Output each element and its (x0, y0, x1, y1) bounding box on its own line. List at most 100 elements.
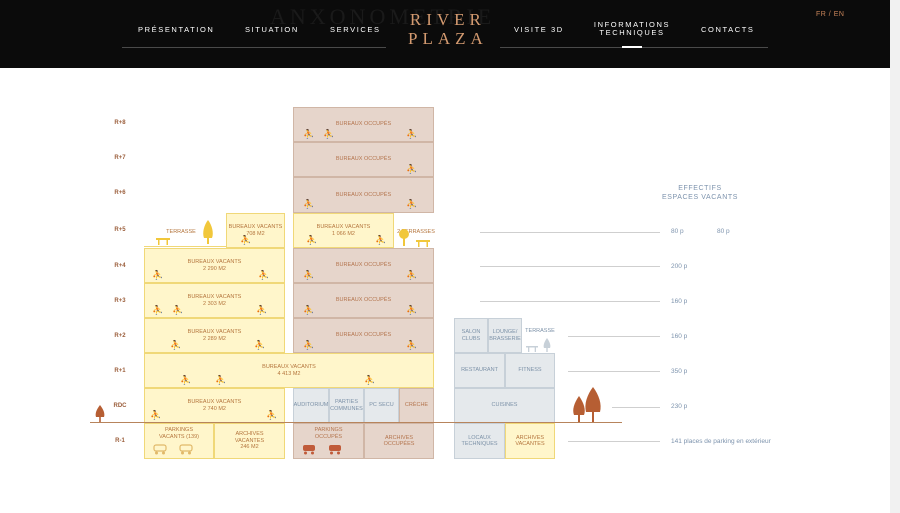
effectifs-title: EFFECTIFS ESPACES VACANTS (661, 185, 739, 201)
block-label: BUREAUX OCCUPÉS (335, 121, 392, 128)
lang-en[interactable]: EN (834, 11, 845, 18)
block-rdc-vacant[interactable]: BUREAUX VACANTS 2 740 M2 (144, 388, 285, 423)
block-label: BUREAUX OCCUPÉS (335, 332, 392, 339)
block-label: VACANTS (139) (159, 433, 199, 440)
office-worker-icon: ⛹ (303, 129, 315, 139)
terrace-edge-line (144, 246, 226, 247)
language-switcher: FR / EN (816, 11, 844, 18)
level-label: R+7 (114, 155, 126, 161)
nav-services[interactable]: Services (330, 25, 381, 34)
tree-icon (202, 220, 214, 249)
block-label: OCCUPÉS (314, 433, 343, 440)
guide-line-r1 (568, 371, 660, 372)
guide-line-r2 (568, 336, 660, 337)
ground-line (90, 422, 622, 423)
nav-divider-left (122, 47, 386, 48)
page-right-strip (890, 0, 900, 513)
level-label: R+3 (114, 298, 126, 304)
level-label: R+4 (114, 263, 126, 269)
block-rm1-archives-vacantes-right[interactable]: ARCHIVES VACANTES (505, 423, 555, 459)
nav-informations-techniques[interactable]: Informations techniques (592, 21, 672, 37)
nav-contacts[interactable]: Contacts (701, 25, 755, 34)
count-r2: 160 p (671, 333, 688, 340)
nav-presentation[interactable]: Présentation (138, 25, 214, 34)
lang-fr[interactable]: FR (816, 11, 826, 18)
count-r5-b: 80 p (717, 228, 730, 235)
block-rdc-cuisines[interactable]: CUISINES (454, 388, 555, 423)
block-rdc-parties-communes[interactable]: PARTIES COMMUNES (329, 388, 364, 423)
block-rm1-archives-vacantes[interactable]: ARCHIVES VACANTES 246 M2 (214, 423, 285, 459)
block-r2-lounge-brasserie[interactable]: LOUNGE/ BRASSERIE (488, 318, 522, 353)
block-label: VACANTES (515, 441, 545, 447)
car-icon (178, 443, 194, 457)
guide-line-rm1 (568, 441, 660, 442)
river-plaza-logo[interactable]: RIVER PLAZA (408, 10, 488, 48)
count-r3: 160 p (671, 298, 688, 305)
car-icon (301, 443, 317, 457)
block-r1-restaurant[interactable]: RESTAURANT (454, 353, 505, 388)
block-r5-vacant-left[interactable]: BUREAUX VACANTS 708 M2 (226, 213, 285, 248)
level-label: RDC (113, 403, 127, 409)
office-worker-icon: ⛹ (150, 410, 162, 420)
block-r2-salon-clubs[interactable]: SALON CLUBS (454, 318, 488, 353)
block-label: BUREAUX OCCUPÉS (335, 297, 392, 304)
block-label: PC SECU (369, 402, 394, 409)
count-rm1: 141 places de parking en extérieur (671, 438, 771, 445)
office-worker-icon: ⛹ (306, 235, 318, 245)
guide-line-r5 (480, 232, 660, 233)
office-worker-icon: ⛹ (170, 340, 182, 350)
block-rdc-creche[interactable]: CRÈCHE (399, 388, 434, 423)
tree-icon (95, 405, 105, 428)
block-label: BUREAUX OCCUPÉS (335, 262, 392, 269)
car-icon (327, 443, 343, 457)
office-worker-icon: ⛹ (303, 270, 315, 280)
terrasse-label-right: TERRASSE (525, 328, 555, 334)
office-worker-icon: ⛹ (303, 305, 315, 315)
block-rm1-locaux-techniques[interactable]: LOCAUX TECHNIQUES (454, 423, 505, 459)
office-worker-icon: ⛹ (406, 340, 418, 350)
block-rm1-archives-occupees[interactable]: ARCHIVES OCCUPÉES (364, 423, 434, 459)
block-area: 4 413 M2 (277, 370, 301, 377)
block-rdc-auditorium[interactable]: AUDITORIUM (293, 388, 329, 423)
office-worker-icon: ⛹ (152, 270, 164, 280)
nav-visite-3d[interactable]: Visite 3D (514, 25, 564, 34)
block-label: BUREAUX OCCUPÉS (335, 156, 392, 163)
block-label: CUISINES (491, 402, 518, 409)
block-label: RESTAURANT (461, 367, 498, 374)
office-worker-icon: ⛹ (152, 305, 164, 315)
office-worker-icon: ⛹ (406, 129, 418, 139)
block-area: 2 303 M2 (203, 300, 226, 307)
block-label: CLUBS (461, 335, 481, 342)
block-area: 2 289 M2 (203, 335, 226, 342)
office-worker-icon: ⛹ (364, 375, 376, 385)
nav-active-indicator (622, 46, 642, 48)
lang-separator: / (828, 11, 832, 18)
nav-situation[interactable]: Situation (245, 25, 299, 34)
top-navigation-bar: ANXONOMETRIE Présentation Situation Serv… (0, 0, 890, 68)
office-worker-icon: ⛹ (406, 305, 418, 315)
office-worker-icon: ⛹ (172, 305, 184, 315)
office-worker-icon: ⛹ (406, 164, 418, 174)
block-label: BRASSERIE (489, 335, 521, 342)
guide-line-r4 (480, 266, 660, 267)
office-worker-icon: ⛹ (254, 340, 266, 350)
guide-line-r3 (480, 301, 660, 302)
level-label: R+1 (114, 368, 126, 374)
level-label: R+2 (114, 333, 126, 339)
block-label: BUREAUX OCCUPÉS (335, 191, 392, 198)
count-r4: 200 p (671, 263, 688, 270)
office-worker-icon: ⛹ (303, 340, 315, 350)
block-area: 246 M2 (240, 444, 259, 451)
guide-line-rdc (612, 407, 660, 408)
block-r1-fitness[interactable]: FITNESS (505, 353, 555, 388)
block-rdc-pc-secu[interactable]: PC SECU (364, 388, 399, 423)
office-worker-icon: ⛹ (180, 375, 192, 385)
block-area: 2 290 M2 (203, 265, 226, 272)
count-r5-a: 80 p (671, 228, 684, 235)
terrasse-label-left: TERRASSE (166, 229, 196, 235)
count-rdc: 230 p (671, 403, 688, 410)
office-worker-icon: ⛹ (406, 270, 418, 280)
logo-line-1: RIVER (409, 10, 486, 29)
level-label: R+5 (114, 227, 126, 233)
block-label: OCCUPÉES (383, 441, 415, 447)
